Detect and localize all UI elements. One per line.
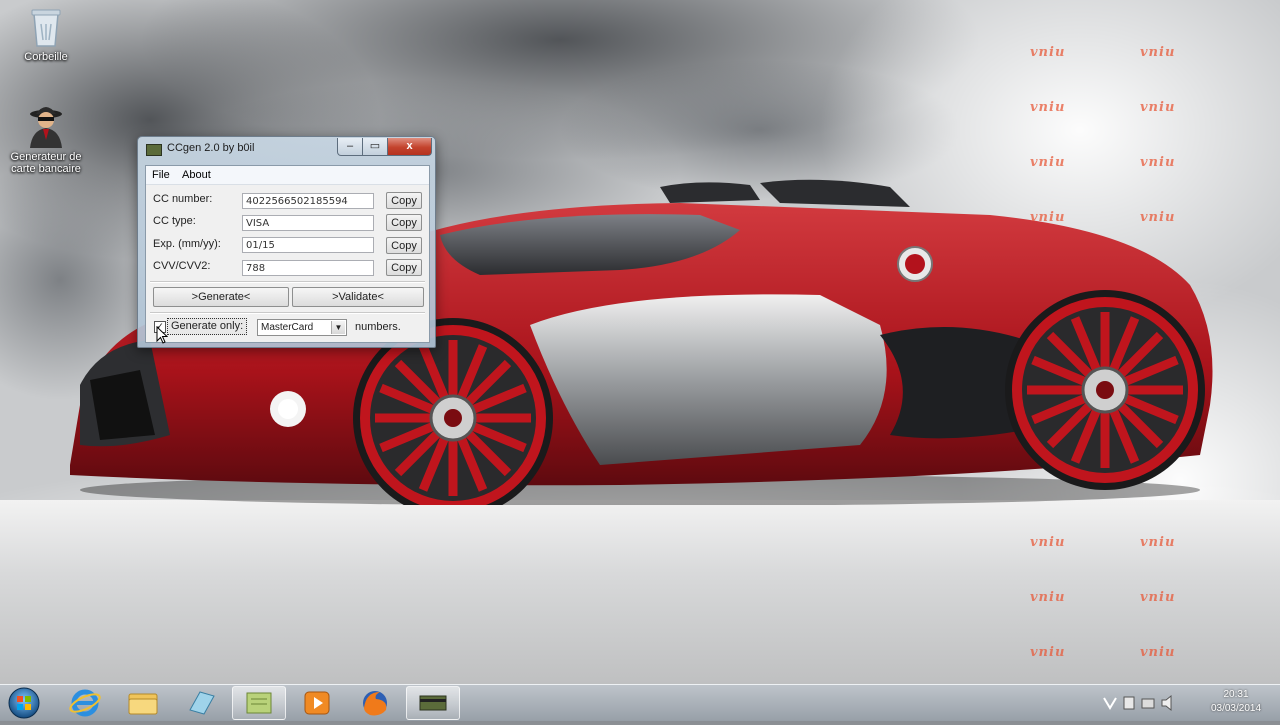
cc-number-label: CC number: [153,193,213,205]
minimize-button[interactable]: – [337,138,363,156]
desktop-icon-label: Corbeille [24,51,68,63]
taskbar: 20:31 03/03/2014 [0,684,1280,721]
flag-icon [1123,696,1135,710]
watermark-logo: vniu [1140,645,1176,660]
window-client-area: File About CC number: 4022566502185594 C… [145,165,430,343]
desktop-icon-recycle-bin[interactable]: Corbeille [4,6,88,63]
taskbar-notes-app[interactable] [232,686,286,720]
generate-button[interactable]: >Generate< [153,287,289,307]
card-type-select-value: MasterCard [261,322,314,333]
system-clock[interactable]: 20:31 03/03/2014 [1196,688,1276,716]
taskbar-file-explorer[interactable] [116,686,170,720]
generic-app-icon [189,691,215,715]
taskbar-media-player[interactable] [290,686,344,720]
recycle-bin-icon [31,9,61,47]
menu-bar: File About [146,166,429,185]
taskbar-firefox[interactable] [348,686,402,720]
system-tray-icons[interactable] [1100,694,1190,712]
taskbar-generic-app[interactable] [174,686,228,720]
numbers-label: numbers. [355,321,401,333]
show-hidden-icons-icon [1103,697,1117,710]
watermark-logo: vniu [1140,535,1176,550]
close-button[interactable]: x [387,138,432,156]
menu-file[interactable]: File [152,169,170,181]
expiry-field[interactable]: 01/15 [242,237,374,253]
watermark-logo: vniu [1030,590,1066,605]
network-icon [1141,698,1155,709]
divider [150,312,425,314]
watermark-logo: vniu [1140,210,1176,225]
mouse-pointer-icon [156,326,168,344]
window-title: CCgen 2.0 by b0il [167,142,255,154]
clock-date: 03/03/2014 [1210,703,1262,714]
window-titlebar[interactable]: CCgen 2.0 by b0il – ▭ x [138,137,435,161]
menu-about[interactable]: About [182,169,211,181]
chevron-down-icon[interactable]: ▼ [331,321,345,334]
taskbar-internet-explorer[interactable] [58,686,112,720]
firefox-icon [363,691,387,716]
ccgen-app-icon [419,695,447,711]
clock-time: 20:31 [1223,689,1249,700]
copy-cc-number-button[interactable]: Copy [386,192,422,209]
cc-number-field[interactable]: 4022566502185594 [242,193,374,209]
watermark-logo: vniu [1140,100,1176,115]
copy-expiry-button[interactable]: Copy [386,237,422,254]
volume-icon [1161,694,1172,712]
divider [150,281,425,283]
watermark-logo: vniu [1030,535,1066,550]
app-icon [146,144,162,156]
card-type-select[interactable]: MasterCard ▼ [257,319,347,336]
watermark-logo: vniu [1140,155,1176,170]
watermark-logo: vniu [1140,590,1176,605]
file-explorer-icon [128,693,158,715]
copy-cc-type-button[interactable]: Copy [386,214,422,231]
validate-button[interactable]: >Validate< [292,287,424,307]
cc-type-field[interactable]: VISA [242,215,374,231]
watermark-logo: vniu [1030,45,1066,60]
desktop-icon-label: Generateur de carte bancaire [10,151,82,175]
watermark-logo: vniu [1140,45,1176,60]
watermark-logo: vniu [1030,155,1066,170]
media-player-icon [304,691,330,715]
start-button[interactable] [6,686,42,720]
expiry-label: Exp. (mm/yy): [153,238,221,250]
ccgen-window[interactable]: CCgen 2.0 by b0il – ▭ x File About CC nu… [137,136,436,348]
watermark-logos: vniu vniu vniu vniu vniu vniu vniu vniu … [1020,40,1260,680]
spy-icon [30,107,62,148]
maximize-button[interactable]: ▭ [362,138,388,156]
copy-cvv-button[interactable]: Copy [386,259,422,276]
watermark-logo: vniu [1030,210,1066,225]
cc-type-label: CC type: [153,215,196,227]
generate-only-label[interactable]: Generate only: [167,318,248,335]
cvv-label: CVV/CVV2: [153,260,211,272]
internet-explorer-icon [69,689,101,717]
cvv-field[interactable]: 788 [242,260,374,276]
desktop-icon-card-generator[interactable]: Generateur de carte bancaire [4,102,88,175]
notes-app-icon [246,692,272,714]
watermark-logo: vniu [1030,100,1066,115]
watermark-logo: vniu [1030,645,1066,660]
taskbar-ccgen[interactable] [406,686,460,720]
